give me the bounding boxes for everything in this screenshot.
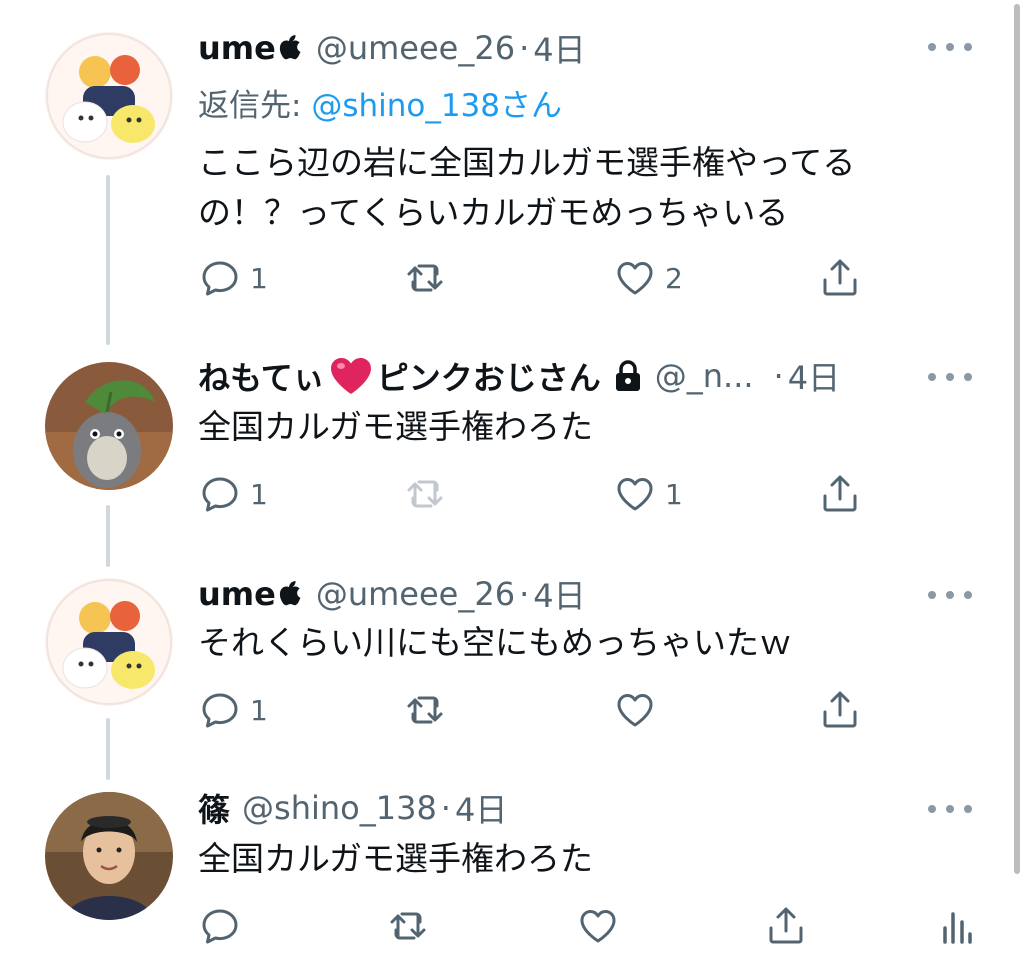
tweet-text: 全国カルガモ選手権わろた bbox=[198, 407, 594, 446]
reply-count: 1 bbox=[250, 693, 268, 727]
more-options-icon[interactable] bbox=[928, 32, 972, 62]
display-name[interactable]: ume bbox=[198, 29, 276, 67]
like-button[interactable]: 1 bbox=[613, 472, 683, 516]
reply-button[interactable]: 1 bbox=[198, 688, 268, 732]
share-icon bbox=[823, 475, 857, 512]
analytics-icon bbox=[943, 912, 972, 944]
user-handle[interactable]: @umeee_26 bbox=[316, 575, 515, 613]
reply-prefix: 返信先: bbox=[198, 88, 302, 124]
retweet-icon bbox=[407, 264, 443, 292]
reply-context: 返信先: @shino_138さん bbox=[198, 80, 562, 125]
reply-button[interactable]: 1 bbox=[198, 472, 268, 516]
like-count: 1 bbox=[665, 477, 683, 511]
tweet[interactable]: ねもてぃ ピンクおじさん @_n... · 4日 全国カルガモ選手権わろた 1 … bbox=[0, 340, 1010, 567]
user-handle[interactable]: @shino_138 bbox=[242, 789, 437, 827]
like-button[interactable] bbox=[613, 688, 665, 732]
tweet-header: ねもてぃ ピンクおじさん @_n... · 4日 bbox=[198, 353, 840, 399]
heart-icon bbox=[617, 262, 653, 295]
like-button[interactable] bbox=[576, 904, 620, 948]
heart-icon bbox=[617, 694, 653, 727]
retweet-icon bbox=[407, 696, 443, 724]
tweet[interactable]: ume @umeee_26 · 4日 それくらい川にも空にもめっちゃいたｗ 1 bbox=[0, 560, 1010, 780]
avatar[interactable] bbox=[45, 32, 173, 160]
retweet-icon bbox=[407, 480, 443, 508]
separator-dot: · bbox=[773, 357, 784, 395]
retweet-button[interactable] bbox=[403, 256, 455, 300]
timestamp[interactable]: 4日 bbox=[455, 785, 507, 831]
share-button[interactable] bbox=[818, 688, 862, 732]
reply-button[interactable]: 1 bbox=[198, 256, 268, 300]
avatar[interactable] bbox=[45, 362, 173, 490]
like-count: 2 bbox=[665, 261, 683, 295]
tweet-text-line: ここら辺の岩に全国カルガモ選手権やってる bbox=[198, 143, 856, 182]
share-button[interactable] bbox=[818, 256, 862, 300]
user-handle[interactable]: @_n... bbox=[655, 357, 754, 395]
reply-button[interactable] bbox=[198, 904, 242, 948]
thread-line bbox=[106, 505, 110, 567]
thread-line bbox=[106, 175, 110, 345]
tweet[interactable]: ume @umeee_26 · 4日 返信先: @shino_138さん ここら… bbox=[0, 0, 1010, 345]
tweet-text: ここら辺の岩に全国カルガモ選手権やってる の！？ってくらいカルガモめっちゃいる bbox=[198, 138, 958, 238]
reply-icon bbox=[202, 693, 238, 728]
tweet-text: それくらい川にも空にもめっちゃいたｗ bbox=[198, 623, 792, 662]
share-button[interactable] bbox=[818, 472, 862, 516]
tweet-header: ume @umeee_26 · 4日 bbox=[198, 571, 586, 617]
separator-dot: · bbox=[519, 575, 530, 613]
display-name[interactable]: 篠 bbox=[198, 785, 230, 831]
separator-dot: · bbox=[440, 789, 451, 827]
tweet-header: 篠 @shino_138 · 4日 bbox=[198, 785, 507, 831]
share-icon bbox=[769, 907, 803, 944]
like-button[interactable]: 2 bbox=[613, 256, 683, 300]
tweet-header: ume @umeee_26 · 4日 bbox=[198, 25, 586, 71]
tweet-actions bbox=[198, 904, 988, 948]
reply-count: 1 bbox=[250, 477, 268, 511]
more-options-icon[interactable] bbox=[928, 362, 972, 392]
avatar[interactable] bbox=[45, 578, 173, 706]
retweet-button bbox=[403, 472, 455, 516]
user-handle[interactable]: @umeee_26 bbox=[316, 29, 515, 67]
share-icon bbox=[823, 691, 857, 728]
retweet-button[interactable] bbox=[386, 904, 430, 948]
tweet[interactable]: 篠 @shino_138 · 4日 全国カルガモ選手権わろた bbox=[0, 780, 1010, 975]
more-options-icon[interactable] bbox=[928, 580, 972, 610]
reply-count: 1 bbox=[250, 261, 268, 295]
avatar[interactable] bbox=[45, 792, 173, 920]
separator-dot: · bbox=[519, 29, 530, 67]
display-name[interactable]: ume bbox=[198, 575, 276, 613]
thread-line bbox=[106, 718, 110, 780]
apple-icon bbox=[278, 579, 304, 609]
display-name-suffix[interactable]: ピンクおじさん bbox=[377, 353, 601, 399]
tweet-text: 全国カルガモ選手権わろた bbox=[198, 839, 594, 878]
more-options-icon[interactable] bbox=[928, 794, 972, 824]
reply-icon bbox=[202, 477, 238, 512]
heart-icon bbox=[580, 910, 616, 943]
share-button[interactable] bbox=[764, 904, 808, 948]
lock-icon bbox=[613, 360, 643, 392]
timestamp[interactable]: 4日 bbox=[788, 353, 840, 399]
apple-icon bbox=[278, 33, 304, 63]
tweet-actions: 1 bbox=[198, 688, 878, 732]
reply-mention-link[interactable]: @shino_138さん bbox=[311, 88, 562, 124]
retweet-button[interactable] bbox=[403, 688, 455, 732]
share-icon bbox=[823, 259, 857, 296]
scrollbar[interactable] bbox=[1014, 4, 1020, 874]
reply-icon bbox=[202, 909, 238, 944]
display-name[interactable]: ねもてぃ bbox=[198, 353, 325, 399]
heart-emoji bbox=[329, 356, 373, 396]
tweet-actions: 1 2 bbox=[198, 256, 878, 300]
timestamp[interactable]: 4日 bbox=[533, 25, 585, 71]
retweet-icon bbox=[390, 912, 426, 940]
tweet-actions: 1 1 bbox=[198, 472, 878, 516]
heart-icon bbox=[617, 478, 653, 511]
reply-icon bbox=[202, 261, 238, 296]
analytics-button[interactable] bbox=[936, 904, 980, 948]
timestamp[interactable]: 4日 bbox=[533, 571, 585, 617]
tweet-text-line: の！？ってくらいカルガモめっちゃいる bbox=[198, 193, 789, 232]
